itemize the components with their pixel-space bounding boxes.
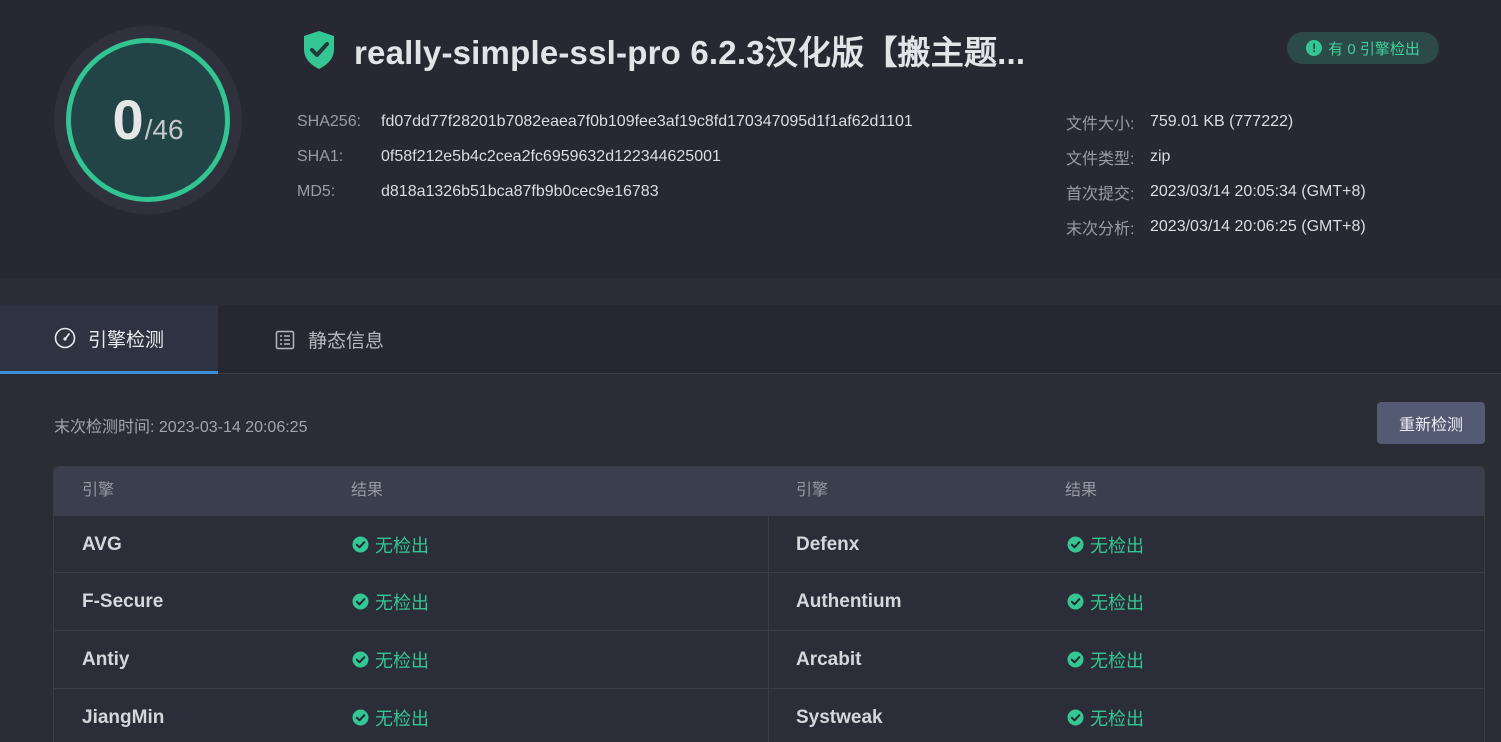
engine-total: /46 xyxy=(144,114,184,145)
hash-value: 0f58f212e5b4c2cea2fc6959632d122344625001 xyxy=(381,147,721,165)
tab-bar: 引擎检测 静态信息 xyxy=(0,305,1501,374)
title-row: really-simple-ssl-pro 6.2.3汉化版【搬主题... xyxy=(302,26,1025,74)
hash-row-sha256: SHA256: fd07dd77f28201b7082eaea7f0b109fe… xyxy=(297,104,913,139)
result-cell: 无检出 xyxy=(352,689,429,742)
result-text: 无检出 xyxy=(1090,592,1144,613)
check-circle-icon xyxy=(1067,593,1084,610)
result-text: 无检出 xyxy=(375,592,429,613)
detection-score-gauge: 0 /46 xyxy=(54,26,242,214)
tab-label: 引擎检测 xyxy=(88,329,165,351)
hash-value: d818a1326b51bca87fb9b0cec9e16783 xyxy=(381,182,659,200)
hash-value: fd07dd77f28201b7082eaea7f0b109fee3af19c8… xyxy=(381,112,913,130)
tab-label: 静态信息 xyxy=(308,331,385,352)
column-header-engine: 引擎 xyxy=(82,482,115,499)
meta-label: 文件大小: xyxy=(1066,115,1135,133)
engine-name: Defenx xyxy=(796,534,860,555)
hash-label: SHA1: xyxy=(297,147,344,165)
engine-name: Antiy xyxy=(82,649,130,670)
recheck-button[interactable]: 重新检测 xyxy=(1377,402,1485,444)
table-header: 引擎 结果 引擎 结果 xyxy=(54,467,1484,515)
meta-value: 759.01 KB (777222) xyxy=(1150,112,1294,130)
meta-row-type: 文件类型: zip xyxy=(1066,139,1366,174)
hash-row-sha1: SHA1: 0f58f212e5b4c2cea2fc6959632d122344… xyxy=(297,139,913,174)
column-divider xyxy=(768,515,769,742)
result-cell: 无检出 xyxy=(352,516,429,573)
alert-icon: ! xyxy=(1306,40,1323,56)
table-row: AVG 无检出 Defenx 无检出 xyxy=(54,515,1484,573)
detection-count-badge: ! 有 0 引擎检出 xyxy=(1287,32,1439,64)
file-meta-list: 文件大小: 759.01 KB (777222) 文件类型: zip 首次提交:… xyxy=(1066,104,1366,244)
column-header-engine: 引擎 xyxy=(796,482,829,499)
detected-count: 0 xyxy=(112,88,144,151)
check-circle-icon xyxy=(352,536,369,553)
engine-name: F-Secure xyxy=(82,591,164,612)
check-circle-icon xyxy=(1067,709,1084,726)
document-list-icon xyxy=(275,330,295,349)
result-text: 无检出 xyxy=(375,535,429,556)
check-circle-icon xyxy=(352,593,369,610)
result-cell: 无检出 xyxy=(352,573,429,630)
result-cell: 无检出 xyxy=(1067,631,1144,688)
meta-label: 文件类型: xyxy=(1066,150,1135,168)
check-circle-icon xyxy=(1067,651,1084,668)
file-name-title: really-simple-ssl-pro 6.2.3汉化版【搬主题... xyxy=(354,34,1026,71)
result-text: 无检出 xyxy=(375,708,429,729)
check-circle-icon xyxy=(1067,536,1084,553)
hash-label: SHA256: xyxy=(297,112,362,130)
column-header-result: 结果 xyxy=(1065,482,1098,499)
result-cell: 无检出 xyxy=(352,631,429,688)
meta-value: 2023/03/14 20:05:34 (GMT+8) xyxy=(1150,182,1366,200)
table-row: F-Secure 无检出 Authentium 无检出 xyxy=(54,572,1484,630)
table-row: Antiy 无检出 Arcabit 无检出 xyxy=(54,630,1484,688)
detection-count-text: 有 0 引擎检出 xyxy=(1328,40,1420,58)
meta-label: 首次提交: xyxy=(1066,185,1135,203)
result-text: 无检出 xyxy=(1090,650,1144,671)
engine-name: Arcabit xyxy=(796,649,862,670)
table-row: JiangMin 无检出 Systweak 无检出 xyxy=(54,688,1484,742)
meta-row-size: 文件大小: 759.01 KB (777222) xyxy=(1066,104,1366,139)
hash-list: SHA256: fd07dd77f28201b7082eaea7f0b109fe… xyxy=(297,104,913,209)
engine-name: Systweak xyxy=(796,707,883,728)
tab-engine-detection[interactable]: 引擎检测 xyxy=(0,305,218,374)
hash-row-md5: MD5: d818a1326b51bca87fb9b0cec9e16783 xyxy=(297,174,913,209)
engine-name: JiangMin xyxy=(82,707,165,728)
file-summary-header: 0 /46 really-simple-ssl-pro 6.2.3汉化版【搬主题… xyxy=(0,0,1501,278)
result-cell: 无检出 xyxy=(1067,516,1144,573)
check-circle-icon xyxy=(352,709,369,726)
result-text: 无检出 xyxy=(1090,708,1144,729)
meta-value: zip xyxy=(1150,147,1171,165)
result-text: 无检出 xyxy=(1090,535,1144,556)
meta-row-first-submit: 首次提交: 2023/03/14 20:05:34 (GMT+8) xyxy=(1066,174,1366,209)
tab-static-info[interactable]: 静态信息 xyxy=(218,305,438,374)
engine-name: AVG xyxy=(82,534,122,555)
shield-check-icon xyxy=(304,31,334,69)
score-ring: 0 /46 xyxy=(66,38,230,202)
engine-name: Authentium xyxy=(796,591,902,612)
meta-label: 末次分析: xyxy=(1066,220,1135,238)
meta-row-last-analysis: 末次分析: 2023/03/14 20:06:25 (GMT+8) xyxy=(1066,209,1366,244)
hash-label: MD5: xyxy=(297,182,336,200)
engine-results-table: 引擎 结果 引擎 结果 AVG 无检出 Defenx 无检出 F-Secure … xyxy=(53,466,1485,742)
check-circle-icon xyxy=(352,651,369,668)
last-check-time: 末次检测时间: 2023-03-14 20:06:25 xyxy=(54,419,308,436)
result-cell: 无检出 xyxy=(1067,689,1144,742)
gauge-icon xyxy=(54,327,76,349)
result-text: 无检出 xyxy=(375,650,429,671)
result-cell: 无检出 xyxy=(1067,573,1144,630)
score-text: 0 /46 xyxy=(112,92,183,148)
column-header-result: 结果 xyxy=(351,482,384,499)
meta-value: 2023/03/14 20:06:25 (GMT+8) xyxy=(1150,217,1366,235)
